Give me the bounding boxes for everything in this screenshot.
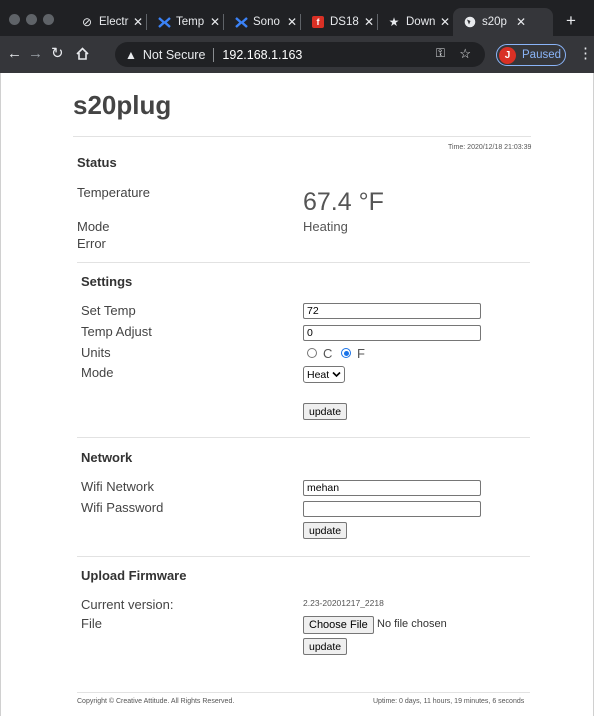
divider: [77, 262, 530, 263]
file-label: File: [81, 616, 102, 631]
unit-c-radio[interactable]: [307, 348, 317, 358]
wifi-network-input[interactable]: [303, 480, 481, 496]
tab-separator: [300, 14, 302, 30]
star-icon: ★: [388, 15, 400, 29]
network-update-button[interactable]: update: [303, 522, 348, 539]
tab-title: DS18: [330, 16, 359, 28]
set-temp-input[interactable]: [303, 303, 481, 319]
browser-tab[interactable]: ⊘ Electr ✕: [80, 8, 148, 36]
firmware-update-button[interactable]: update: [303, 638, 348, 655]
browser-tab[interactable]: Temp ✕: [157, 8, 225, 36]
divider: [77, 692, 530, 693]
chevron-down-icon: [332, 371, 341, 378]
temperature-label: Temperature: [77, 185, 150, 200]
page-title: s20plug: [73, 90, 172, 120]
flame-icon: f: [311, 15, 325, 29]
warning-icon[interactable]: ▲: [125, 48, 137, 62]
close-tab-icon[interactable]: ✕: [133, 15, 143, 29]
wifi-network-label: Wifi Network: [81, 479, 154, 494]
x-brand-icon: [234, 15, 248, 29]
mode-label: Mode: [77, 219, 110, 234]
tab-title: Down: [406, 16, 436, 28]
avatar: J: [499, 46, 516, 64]
tab-separator: [146, 14, 148, 30]
temp-adjust-label: Temp Adjust: [81, 324, 152, 339]
choose-file-button[interactable]: Choose File: [303, 616, 374, 634]
tab-title: Temp: [176, 16, 205, 28]
tab-title: s20p: [482, 16, 507, 28]
profile-status: Paused: [522, 49, 562, 61]
wifi-password-input[interactable]: [303, 501, 481, 517]
temp-adjust-input[interactable]: [303, 325, 481, 341]
forward-icon[interactable]: →: [28, 45, 43, 63]
settings-heading: Settings: [81, 274, 133, 289]
units-label: Units: [81, 345, 111, 360]
mode-select-value: Heat: [307, 368, 330, 381]
set-temp-label: Set Temp: [81, 303, 136, 318]
unit-c-label: C: [323, 346, 333, 361]
unit-f-radio[interactable]: [341, 348, 351, 358]
key-icon[interactable]: ⚿: [436, 46, 445, 61]
divider: [77, 556, 530, 557]
bookmark-star-icon[interactable]: ☆: [459, 46, 471, 62]
close-tab-icon[interactable]: ✕: [287, 15, 297, 29]
tab-title: Electr: [99, 16, 129, 28]
browser-tab-strip: ⊘ Electr ✕ Temp ✕ Sono ✕ f DS18 ✕ ★ Down…: [0, 0, 594, 36]
mode-value: Heating: [303, 219, 348, 234]
browser-tab[interactable]: ★ Down ✕: [387, 8, 450, 36]
omnibox-divider: [213, 47, 215, 62]
unit-f-label: F: [357, 346, 365, 361]
profile-button[interactable]: J Paused: [496, 44, 566, 66]
browser-tab-active[interactable]: s20p ✕: [453, 8, 553, 36]
url-text[interactable]: 192.168.1.163: [222, 48, 302, 62]
browser-tab[interactable]: f DS18 ✕: [311, 8, 379, 36]
reload-icon[interactable]: ↻: [51, 45, 64, 63]
back-icon[interactable]: ←: [7, 45, 22, 63]
plug-icon: ⊘: [81, 15, 93, 29]
close-tab-icon[interactable]: ✕: [516, 15, 526, 29]
current-version-value: 2.23-20201217_2218: [303, 598, 384, 608]
zoom-window-button[interactable]: [43, 14, 54, 25]
close-tab-icon[interactable]: ✕: [364, 15, 374, 29]
close-tab-icon[interactable]: ✕: [210, 15, 220, 29]
page-viewport: s20plug Time: 2020/12/18 21:03:39 Status…: [0, 73, 594, 716]
security-label[interactable]: Not Secure: [143, 48, 206, 62]
globe-icon: [463, 15, 477, 29]
time-display: Time: 2020/12/18 21:03:39: [448, 144, 532, 151]
browser-toolbar: ← → ↻ ▲ Not Secure 192.168.1.163 ⚿ ☆ J P…: [0, 36, 594, 73]
current-version-label: Current version:: [81, 597, 174, 612]
mode-select[interactable]: Heat: [303, 366, 346, 383]
divider: [73, 136, 531, 137]
new-tab-button[interactable]: +: [566, 12, 576, 29]
home-icon[interactable]: [75, 45, 90, 66]
close-tab-icon[interactable]: ✕: [440, 15, 450, 29]
browser-tab[interactable]: Sono ✕: [234, 8, 302, 36]
no-file-text: No file chosen: [377, 618, 447, 630]
settings-update-button[interactable]: update: [303, 403, 348, 420]
mode-select-label: Mode: [81, 365, 114, 380]
minimize-window-button[interactable]: [26, 14, 37, 25]
error-label: Error: [77, 236, 106, 251]
wifi-password-label: Wifi Password: [81, 500, 164, 515]
close-window-button[interactable]: [9, 14, 20, 25]
copyright-text: Copyright © Creative Attitude. All Right…: [77, 698, 235, 705]
tab-separator: [377, 14, 379, 30]
divider: [77, 437, 530, 438]
network-heading: Network: [81, 450, 133, 465]
kebab-menu-icon[interactable]: ⋮: [578, 46, 593, 62]
status-heading: Status: [77, 155, 117, 170]
tab-title: Sono: [253, 16, 280, 28]
uptime-text: Uptime: 0 days, 11 hours, 19 minutes, 6 …: [373, 698, 525, 705]
tab-separator: [223, 14, 225, 30]
upload-firmware-heading: Upload Firmware: [81, 568, 187, 583]
address-bar[interactable]: ▲ Not Secure 192.168.1.163 ⚿ ☆: [115, 42, 485, 67]
temperature-value: 67.4 °F: [303, 188, 384, 216]
x-brand-icon: [157, 15, 171, 29]
